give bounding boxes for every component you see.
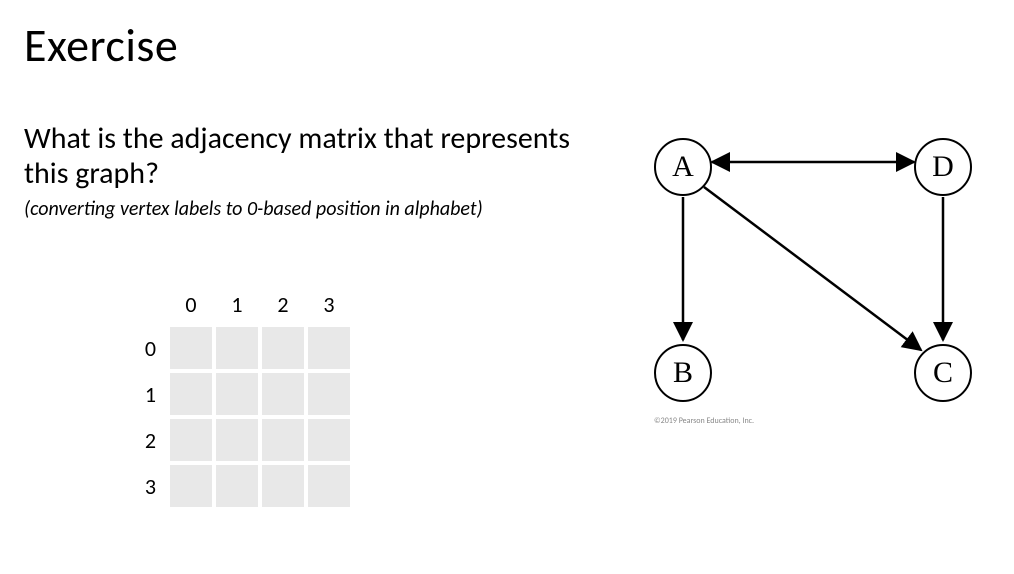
- content-row: What is the adjacency matrix that repres…: [24, 122, 990, 516]
- matrix-cell: [170, 327, 212, 369]
- matrix-cell: [308, 327, 350, 369]
- matrix-row: 1: [124, 373, 350, 415]
- hint-text: (converting vertex labels to 0-based pos…: [24, 197, 614, 221]
- matrix-row: 0: [124, 327, 350, 369]
- copyright-text: ©2019 Pearson Education, Inc.: [654, 416, 754, 426]
- page-title: Exercise: [24, 18, 990, 74]
- matrix-cell: [308, 465, 350, 507]
- left-column: What is the adjacency matrix that repres…: [24, 122, 614, 516]
- matrix-table: 0 1 2 3 0 1: [120, 281, 354, 511]
- graph-diagram: A D B C ©2019 Pearson Education, Inc.: [624, 122, 1004, 422]
- matrix-row: 2: [124, 419, 350, 461]
- matrix-cell: [308, 419, 350, 461]
- matrix-cell: [308, 373, 350, 415]
- row-header: 2: [124, 419, 166, 461]
- adjacency-matrix: 0 1 2 3 0 1: [120, 281, 354, 511]
- graph-node-a: A: [654, 138, 712, 196]
- question-text: What is the adjacency matrix that repres…: [24, 122, 614, 191]
- matrix-cell: [216, 373, 258, 415]
- matrix-header-row: 0 1 2 3: [124, 285, 350, 323]
- matrix-cell: [262, 327, 304, 369]
- matrix-cell: [216, 327, 258, 369]
- matrix-cell: [262, 465, 304, 507]
- matrix-cell: [216, 465, 258, 507]
- matrix-row: 3: [124, 465, 350, 507]
- row-header: 3: [124, 465, 166, 507]
- graph-node-b: B: [654, 344, 712, 402]
- matrix-cell: [262, 373, 304, 415]
- graph-node-d: D: [914, 138, 972, 196]
- col-header: 3: [308, 285, 350, 323]
- matrix-cell: [262, 419, 304, 461]
- matrix-cell: [170, 373, 212, 415]
- matrix-cell: [216, 419, 258, 461]
- row-header: 0: [124, 327, 166, 369]
- matrix-cell: [170, 419, 212, 461]
- right-column: A D B C ©2019 Pearson Education, Inc.: [614, 122, 990, 516]
- graph-node-c: C: [914, 344, 972, 402]
- matrix-cell: [170, 465, 212, 507]
- row-header: 1: [124, 373, 166, 415]
- col-header: 2: [262, 285, 304, 323]
- col-header: 0: [170, 285, 212, 323]
- col-header: 1: [216, 285, 258, 323]
- slide: Exercise What is the adjacency matrix th…: [0, 0, 1014, 574]
